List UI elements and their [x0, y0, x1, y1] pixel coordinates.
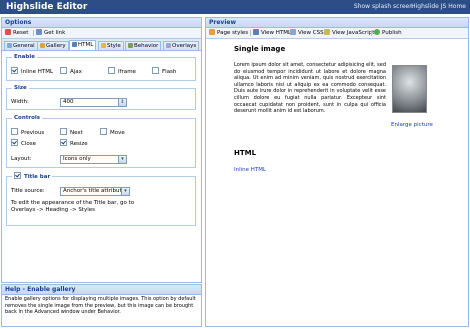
title-bar-legend[interactable]: Title bar: [12, 172, 53, 181]
help-panel: Help - Enable gallery Enable gallery opt…: [1, 284, 202, 327]
checkbox-box: [11, 67, 18, 74]
html-heading: HTML: [234, 149, 257, 157]
preview-toolbar: Page styles View HTML View CSS View Java…: [206, 28, 468, 39]
flash-checkbox[interactable]: Flash: [152, 67, 176, 75]
next-checkbox[interactable]: Next: [60, 128, 83, 136]
gallery-icon: [40, 43, 45, 48]
checkbox-box: [60, 139, 67, 146]
layout-select[interactable]: Icons only ▾: [60, 155, 127, 164]
tab-style[interactable]: Style: [98, 41, 124, 50]
toolbar-separator: [371, 30, 372, 36]
preview-body-text: Lorem ipsum dolor sit amet, consectetur …: [234, 62, 386, 115]
tab-html[interactable]: HTML: [69, 40, 97, 50]
resize-checkbox[interactable]: Resize: [60, 139, 88, 147]
title-bar-checkbox[interactable]: [14, 172, 21, 179]
move-checkbox[interactable]: Move: [100, 128, 125, 136]
enlarge-picture-link[interactable]: Enlarge picture: [391, 122, 433, 128]
size-section: Size Width: 400 ⇕: [6, 84, 196, 110]
ajax-checkbox[interactable]: Ajax: [60, 67, 82, 75]
preview-panel-title: Preview: [206, 18, 468, 28]
publish-icon: [374, 29, 380, 35]
view-javascript-button[interactable]: View JavaScript: [324, 29, 374, 37]
help-text: Enable gallery options for displaying mu…: [5, 296, 196, 315]
checkbox-box: [152, 67, 159, 74]
style-icon: [101, 43, 106, 48]
tab-behavior[interactable]: Behavior: [125, 41, 162, 50]
spinner-icon[interactable]: ⇕: [118, 99, 126, 106]
toolbar-separator: [33, 30, 34, 36]
controls-legend: Controls: [12, 114, 43, 122]
app-window: Highslide Editor Show splash screen High…: [0, 0, 470, 329]
toolbar-separator: [250, 30, 251, 36]
js-file-icon: [324, 29, 330, 35]
options-tabs: General Gallery HTML Style Behavior Over…: [2, 39, 201, 51]
enable-section: Enable Inline HTML Ajax Iframe Flash: [6, 53, 196, 81]
title-source-select[interactable]: Anchor's title attribute ▾: [60, 187, 130, 196]
preview-panel: Preview Page styles View HTML View CSS V…: [205, 17, 469, 327]
controls-section: Controls Previous Next Move Close Resize…: [6, 114, 196, 168]
layout-label: Layout:: [11, 156, 32, 162]
options-panel: Options Reset Get link General Gallery H…: [1, 17, 202, 283]
checkbox-box: [11, 128, 18, 135]
title-bar-note-line2: Overlays -> Heading -> Styles: [11, 207, 95, 213]
tab-gallery[interactable]: Gallery: [37, 41, 69, 50]
publish-button[interactable]: Publish: [374, 29, 402, 37]
css-file-icon: [290, 29, 296, 35]
inline-html-link[interactable]: Inline HTML: [234, 167, 266, 173]
get-link-button[interactable]: Get link: [36, 29, 65, 37]
general-icon: [7, 43, 12, 48]
app-header: Highslide Editor Show splash screen High…: [0, 0, 470, 14]
chevron-down-icon[interactable]: ▾: [121, 188, 129, 195]
title-bar-note-line1: To edit the appearance of the Title bar,…: [11, 200, 135, 206]
checkbox-box: [108, 67, 115, 74]
checkbox-box: [100, 128, 107, 135]
tab-general[interactable]: General: [4, 41, 38, 50]
show-splash-link[interactable]: Show splash screen: [354, 0, 413, 14]
palette-icon: [209, 29, 215, 35]
width-field[interactable]: 400 ⇕: [60, 98, 127, 107]
highslide-home-link[interactable]: Highslide JS Home: [411, 0, 466, 14]
checkbox-box: [11, 139, 18, 146]
app-title: Highslide Editor: [6, 2, 88, 12]
checkbox-box: [60, 67, 67, 74]
chevron-down-icon[interactable]: ▾: [118, 156, 126, 163]
inline-html-checkbox[interactable]: Inline HTML: [11, 67, 53, 75]
title-bar-section: Title bar Title source: Anchor's title a…: [6, 172, 196, 226]
previous-checkbox[interactable]: Previous: [11, 128, 44, 136]
tab-overlays[interactable]: Overlays: [163, 41, 200, 50]
width-label: Width:: [11, 99, 29, 105]
checkbox-box: [60, 128, 67, 135]
view-css-button[interactable]: View CSS: [290, 29, 324, 37]
html-file-icon: [253, 29, 259, 35]
overlays-icon: [166, 43, 171, 48]
reset-icon: [5, 29, 11, 35]
link-icon: [36, 29, 42, 35]
enable-legend: Enable: [12, 53, 37, 61]
view-html-button[interactable]: View HTML: [253, 29, 291, 37]
options-panel-title: Options: [2, 18, 201, 28]
html-icon: [72, 42, 77, 47]
behavior-icon: [128, 43, 133, 48]
title-source-label: Title source:: [11, 188, 45, 194]
preview-heading: Single image: [234, 45, 286, 53]
size-legend: Size: [12, 84, 29, 92]
close-checkbox[interactable]: Close: [11, 139, 36, 147]
preview-thumbnail[interactable]: [392, 65, 427, 113]
help-panel-title: Help - Enable gallery: [2, 285, 201, 295]
page-styles-button[interactable]: Page styles: [209, 29, 248, 37]
options-toolbar: Reset Get link: [2, 28, 201, 39]
iframe-checkbox[interactable]: Iframe: [108, 67, 136, 75]
reset-button[interactable]: Reset: [5, 29, 28, 37]
